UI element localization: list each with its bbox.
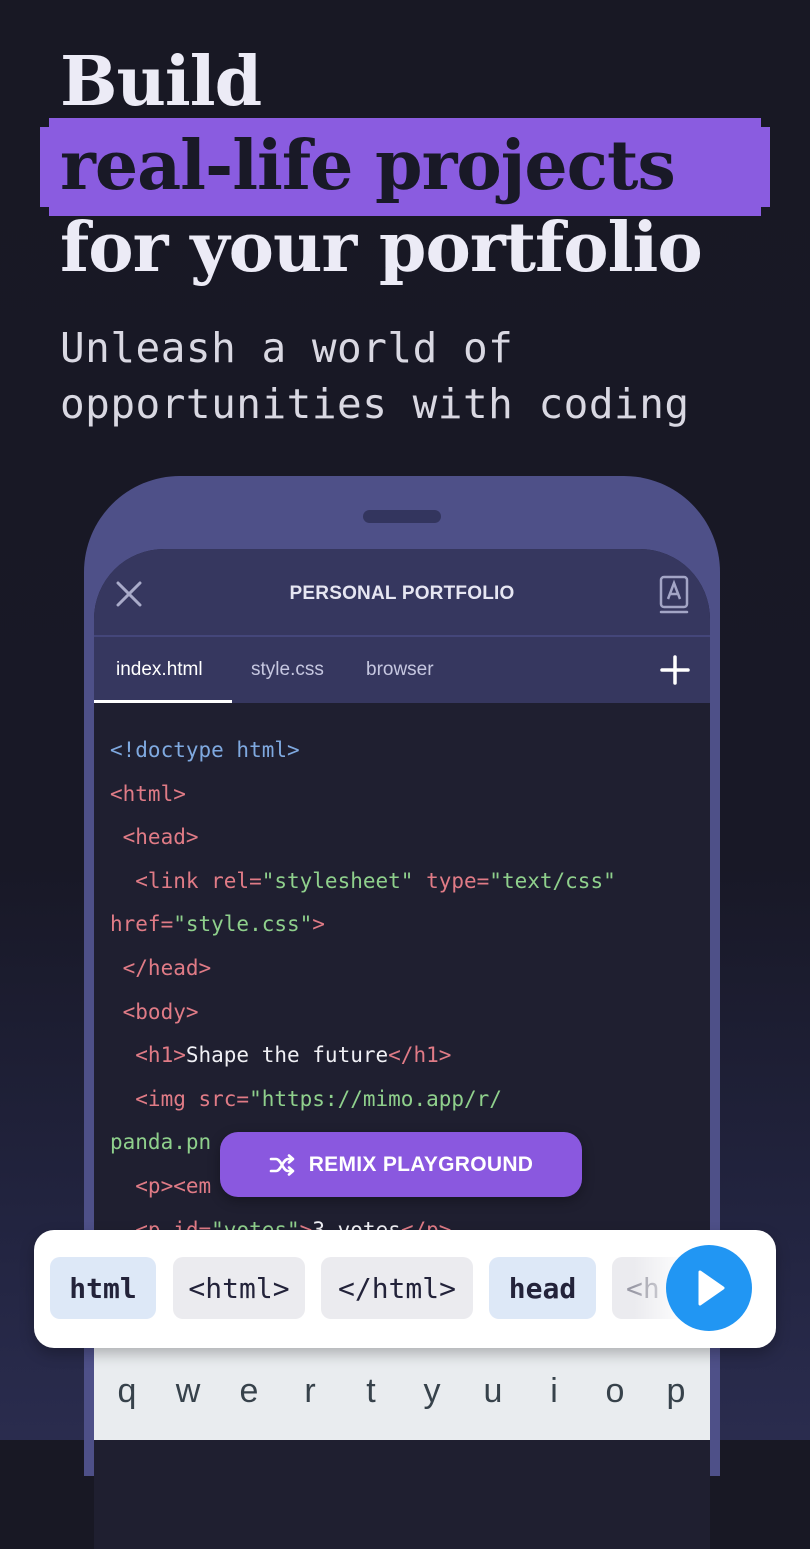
- headline-line-1: Build: [60, 42, 262, 122]
- code-line: <html>: [110, 773, 616, 817]
- run-button[interactable]: [666, 1245, 752, 1331]
- code-token-tag: <img src=: [110, 1086, 250, 1111]
- code-token-tag: <html>: [110, 781, 186, 806]
- code-line: <head>: [110, 816, 616, 860]
- book-reference-icon: [659, 575, 689, 614]
- tab-style-css[interactable]: style.css: [251, 659, 324, 681]
- code-token-tag: </h1>: [388, 1043, 452, 1068]
- key-p[interactable]: p: [661, 1372, 691, 1411]
- headline-line-2-highlight: real-life projects: [60, 126, 676, 206]
- token-chip-html[interactable]: html: [50, 1257, 156, 1319]
- phone-speaker: [363, 510, 441, 523]
- active-tab-indicator: [94, 700, 232, 703]
- code-line: </head>: [110, 947, 616, 991]
- shuffle-icon: [269, 1153, 295, 1176]
- key-r[interactable]: r: [295, 1372, 325, 1411]
- code-line: <link rel="stylesheet" type="text/css": [110, 860, 616, 904]
- tab-index-html[interactable]: index.html: [116, 659, 203, 681]
- keyboard: q w e r t y u i o p: [94, 1346, 710, 1440]
- code-token-str: "stylesheet": [261, 868, 414, 893]
- code-line: <body>: [110, 991, 616, 1035]
- headline-line-3: for your portfolio: [60, 208, 703, 288]
- code-token-tag: type=: [413, 868, 490, 893]
- code-line: <img src="https://mimo.app/r/: [110, 1078, 616, 1122]
- code-token-tag: <head>: [110, 825, 199, 850]
- play-icon: [698, 1270, 725, 1306]
- tab-browser[interactable]: browser: [366, 659, 434, 681]
- key-i[interactable]: i: [539, 1372, 569, 1411]
- code-line: <h1>Shape the future</h1>: [110, 1034, 616, 1078]
- token-chip-head[interactable]: head: [489, 1257, 596, 1319]
- code-token-doc: <!doctype html>: [110, 738, 300, 762]
- code-token-tag: <link rel=: [110, 868, 262, 893]
- token-suggestion-bar: html <html> </html> head <h: [34, 1230, 776, 1348]
- subtitle-line-2: opportunities with coding: [60, 380, 690, 428]
- code-token-tag: </head>: [110, 955, 212, 980]
- key-y[interactable]: y: [417, 1372, 447, 1411]
- key-e[interactable]: e: [234, 1372, 264, 1411]
- key-o[interactable]: o: [600, 1372, 630, 1411]
- plus-icon: [660, 655, 690, 685]
- code-line: <!doctype html>: [110, 729, 616, 773]
- subtitle: Unleash a world of opportunities with co…: [60, 320, 690, 432]
- code-token-tag: <body>: [110, 999, 199, 1024]
- app-title: PERSONAL PORTFOLIO: [289, 583, 515, 604]
- code-token-txt: Shape the future: [185, 1043, 389, 1068]
- token-chip-close-html[interactable]: </html>: [321, 1257, 473, 1319]
- code-line: href="style.css">: [110, 903, 616, 947]
- app-header: PERSONAL PORTFOLIO: [94, 549, 710, 637]
- code-token-str: "text/css": [489, 868, 616, 893]
- file-tabs: index.html style.css browser: [94, 637, 710, 703]
- code-token-str: "https://mimo.app/r/: [249, 1086, 502, 1111]
- remix-playground-button[interactable]: REMIX PLAYGROUND: [220, 1132, 582, 1197]
- code-token-str: panda.pn: [110, 1130, 212, 1155]
- code-token-tag: <h1>: [110, 1043, 186, 1068]
- add-file-button[interactable]: [660, 655, 690, 685]
- key-u[interactable]: u: [478, 1372, 508, 1411]
- subtitle-line-1: Unleash a world of: [60, 324, 514, 372]
- code-token-str: "style.css": [173, 912, 313, 937]
- code-token-tag: >: [312, 912, 325, 937]
- remix-label: REMIX PLAYGROUND: [308, 1152, 534, 1176]
- code-token-tag: href=: [110, 912, 174, 937]
- code-token-tag: <p><em: [110, 1173, 212, 1198]
- key-w[interactable]: w: [173, 1372, 203, 1411]
- reference-button[interactable]: [658, 575, 690, 615]
- key-t[interactable]: t: [356, 1372, 386, 1411]
- key-q[interactable]: q: [112, 1372, 142, 1411]
- token-chip-open-html[interactable]: <html>: [173, 1257, 305, 1319]
